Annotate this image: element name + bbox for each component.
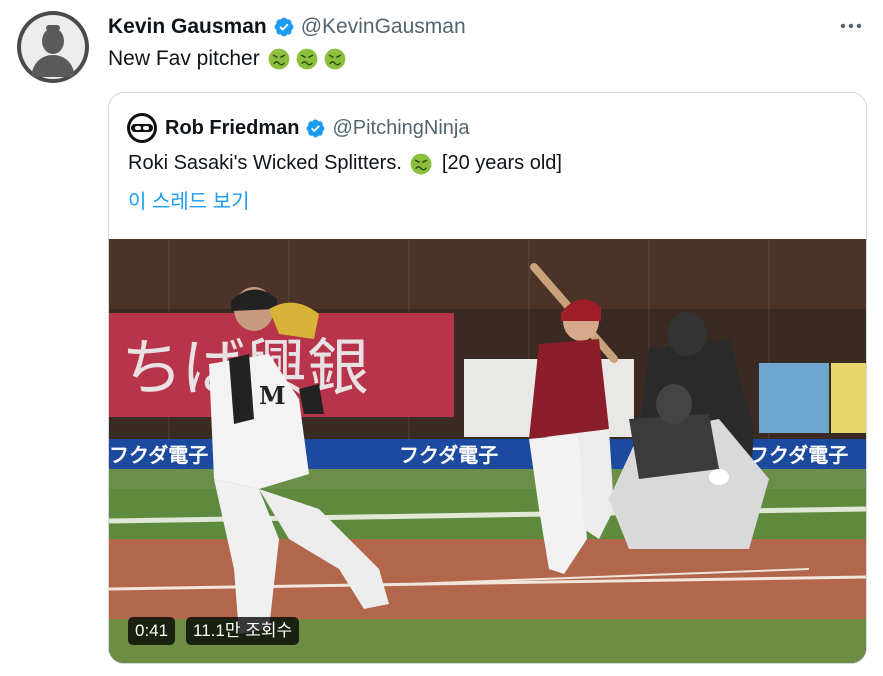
- quoted-tweet-header: Rob Friedman @PitchingNinja: [127, 113, 469, 143]
- show-thread-link[interactable]: 이 스레드 보기: [128, 185, 250, 214]
- tweet-text-content: New Fav pitcher: [108, 47, 260, 70]
- quoted-author-handle[interactable]: @PitchingNinja: [332, 117, 469, 140]
- more-options-button[interactable]: [838, 14, 866, 38]
- video-duration-badge: 0:41: [128, 617, 176, 645]
- quoted-author-avatar[interactable]: [127, 113, 157, 143]
- author-display-name[interactable]: Kevin Gausman: [108, 15, 267, 39]
- tweet: Kevin Gausman @KevinGausman New Fav pitc…: [0, 0, 883, 676]
- nauseated-face-emoji-icon: [410, 153, 432, 174]
- video-view-count-badge: 11.1만 조회수: [186, 617, 300, 645]
- signage-text: フクダ電子: [399, 443, 498, 467]
- signage-text: フクダ電子: [109, 443, 208, 467]
- more-horizontal-icon: [840, 23, 862, 29]
- verified-badge-icon: [306, 119, 325, 137]
- tweet-header: Kevin Gausman @KevinGausman: [108, 12, 466, 42]
- author-handle[interactable]: @KevinGausman: [301, 15, 466, 39]
- video-player[interactable]: ちば興銀 フクダ電子 フクダ電子 フクダ電子: [109, 239, 866, 663]
- quoted-text-suffix: [20 years old]: [441, 152, 562, 174]
- author-avatar[interactable]: [17, 11, 89, 83]
- nauseated-face-emoji-icon: [268, 48, 290, 70]
- quoted-tweet-text: Roki Sasaki's Wicked Splitters. [20 year…: [128, 152, 562, 175]
- nauseated-face-emoji-icon: [296, 48, 318, 70]
- quoted-tweet[interactable]: Rob Friedman @PitchingNinja Roki Sasaki'…: [108, 92, 867, 664]
- signage-text: フクダ電子: [749, 443, 848, 467]
- video-thumbnail: ちば興銀 フクダ電子 フクダ電子 フクダ電子: [109, 239, 866, 663]
- default-profile-silhouette-icon: [31, 25, 75, 77]
- verified-badge-icon: [274, 17, 294, 37]
- quoted-text-content: Roki Sasaki's Wicked Splitters.: [128, 152, 402, 174]
- svg-text:M: M: [259, 381, 286, 410]
- nauseated-face-emoji-icon: [324, 48, 346, 70]
- quoted-author-name[interactable]: Rob Friedman: [165, 117, 299, 140]
- tweet-text: New Fav pitcher: [108, 47, 346, 71]
